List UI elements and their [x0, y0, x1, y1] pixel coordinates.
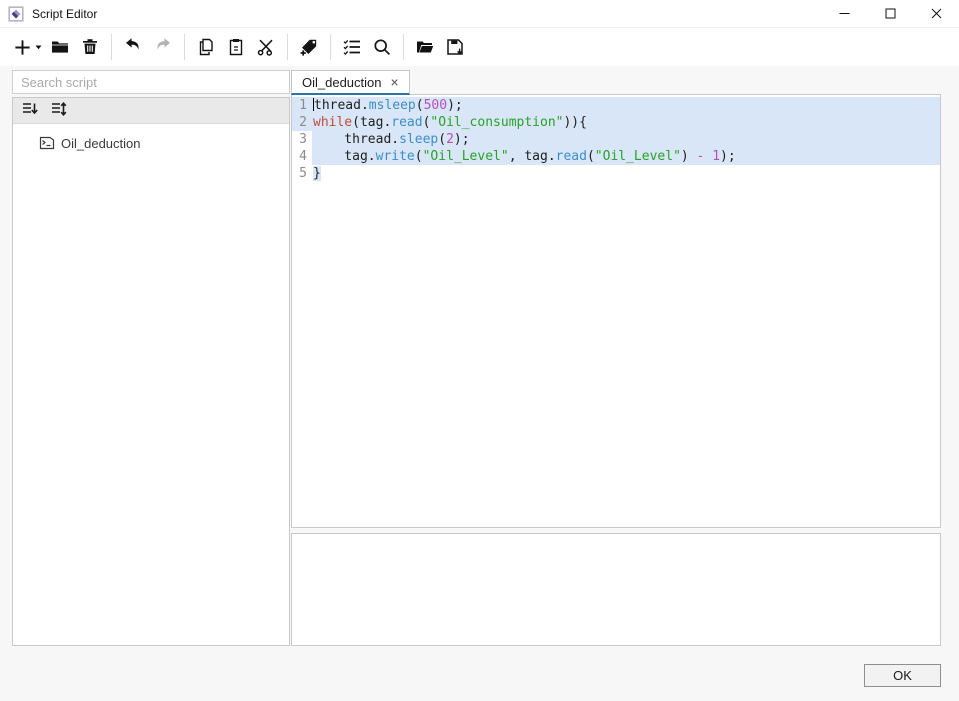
tab-oil-deduction[interactable]: Oil_deduction × — [291, 70, 410, 95]
folder-open-button[interactable] — [410, 32, 440, 62]
content-area: Oil_deduction Oil_deduction × 1thread.ms… — [0, 66, 959, 701]
minimize-button[interactable] — [821, 0, 867, 28]
script-tree-panel: Oil_deduction — [12, 97, 290, 646]
copy-button[interactable] — [191, 32, 221, 62]
chevron-down-icon — [35, 45, 42, 50]
maximize-icon — [885, 7, 896, 22]
tab-close-icon[interactable]: × — [391, 75, 399, 89]
paste-button[interactable] — [221, 32, 251, 62]
tag-add-icon — [299, 37, 319, 57]
minimize-icon — [839, 7, 850, 22]
search-icon — [372, 37, 392, 57]
script-editor-window: { "window": { "title": "Script Editor", … — [0, 0, 959, 701]
trash-button[interactable] — [75, 32, 105, 62]
title-bar: Script Editor — [0, 0, 959, 28]
ok-button[interactable]: OK — [864, 664, 941, 687]
redo-button[interactable] — [148, 32, 178, 62]
window-title: Script Editor — [32, 7, 97, 21]
trash-icon — [80, 37, 100, 57]
toolbar-separator — [184, 34, 185, 60]
code-editor[interactable]: 1thread.msleep(500);2while(tag.read("Oil… — [291, 94, 941, 528]
toolbar-separator — [330, 34, 331, 60]
folder-icon — [50, 37, 70, 57]
line-number: 5 — [292, 165, 312, 182]
app-logo-icon — [8, 6, 24, 22]
folder-open-icon — [415, 37, 435, 57]
maximize-button[interactable] — [867, 0, 913, 28]
code-line-2[interactable]: 2while(tag.read("Oil_consumption")){ — [292, 114, 940, 131]
toolbar-separator — [111, 34, 112, 60]
code-line-3[interactable]: 3 thread.sleep(2); — [292, 131, 940, 148]
line-number: 1 — [292, 97, 312, 114]
paste-icon — [226, 37, 246, 57]
tag-add-button[interactable] — [294, 32, 324, 62]
sort-up-down-button[interactable] — [48, 100, 70, 122]
script-tree: Oil_deduction — [13, 124, 289, 645]
line-number: 2 — [292, 114, 312, 131]
search-button[interactable] — [367, 32, 397, 62]
add-icon — [13, 38, 32, 57]
sort-bar — [13, 98, 289, 124]
line-text: while(tag.read("Oil_consumption")){ — [312, 114, 940, 131]
undo-icon — [123, 37, 143, 57]
line-text: thread.msleep(500); — [312, 97, 940, 114]
sort-descending-button[interactable] — [19, 100, 41, 122]
save-button[interactable] — [440, 32, 470, 62]
line-number: 3 — [292, 131, 312, 148]
cut-button[interactable] — [251, 32, 281, 62]
folder-button[interactable] — [45, 32, 75, 62]
close-button[interactable] — [913, 0, 959, 28]
sort-up-down-icon — [50, 100, 68, 121]
tree-item-label: Oil_deduction — [61, 136, 141, 151]
tab-label: Oil_deduction — [302, 75, 382, 90]
close-icon — [931, 7, 942, 22]
line-text: tag.write("Oil_Level", tag.read("Oil_Lev… — [312, 148, 940, 165]
line-text: thread.sleep(2); — [312, 131, 940, 148]
code-lines: 1thread.msleep(500);2while(tag.read("Oil… — [292, 97, 940, 182]
window-controls — [821, 0, 959, 28]
selected-text: } — [313, 166, 321, 181]
redo-icon — [153, 37, 173, 57]
toolbar-separator — [403, 34, 404, 60]
add-button[interactable] — [10, 32, 45, 62]
toolbar-separator — [287, 34, 288, 60]
undo-button[interactable] — [118, 32, 148, 62]
copy-icon — [196, 37, 216, 57]
line-number: 4 — [292, 148, 312, 165]
toolbar-items — [0, 28, 959, 66]
cut-icon — [256, 37, 276, 57]
sort-descending-icon — [21, 100, 39, 121]
checklist-icon — [342, 37, 362, 57]
line-text: } — [312, 165, 940, 182]
tree-item-oil_deduction[interactable]: Oil_deduction — [13, 133, 289, 153]
code-line-1[interactable]: 1thread.msleep(500); — [292, 97, 940, 114]
search-input[interactable] — [12, 70, 290, 94]
script-file-icon — [39, 135, 55, 151]
code-line-4[interactable]: 4 tag.write("Oil_Level", tag.read("Oil_L… — [292, 148, 940, 165]
checklist-button[interactable] — [337, 32, 367, 62]
save-icon — [445, 37, 465, 57]
code-line-5[interactable]: 5} — [292, 165, 940, 182]
output-panel — [291, 533, 941, 646]
